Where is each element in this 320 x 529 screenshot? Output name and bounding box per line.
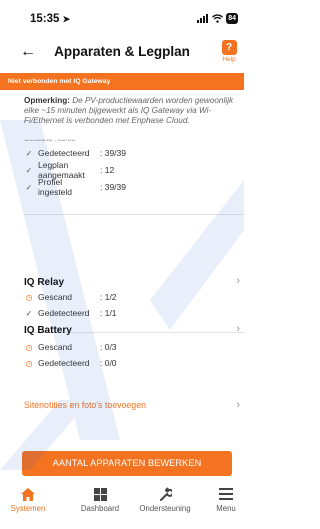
tab-menu[interactable]: Menu: [212, 486, 240, 513]
row-label: Gedetecteerd: [38, 308, 90, 318]
bottom-tab-bar: Systemen Dashboard Ondersteuning Menu: [0, 480, 244, 529]
help-icon: ?: [221, 40, 237, 55]
wifi-icon: [212, 14, 224, 23]
tab-label: Ondersteuning: [139, 504, 191, 513]
site-notes-link[interactable]: Sitenotities en foto's toevoegen: [24, 400, 146, 410]
row-value: : 1/2: [100, 292, 117, 302]
row-value: : 39/39: [100, 148, 126, 158]
home-icon: [6, 486, 50, 502]
check-icon: ✓: [25, 148, 33, 158]
relay-detected-row: ✓ Gedetecteerd : 1/1: [24, 307, 117, 319]
iq-relay-title[interactable]: IQ Relay: [24, 277, 64, 288]
battery-detected-row: ◷ Gedetecteerd : 0/0: [24, 357, 117, 369]
wrench-icon: [133, 486, 197, 502]
row-label: Gedetecteerd: [38, 148, 90, 158]
check-icon: ✓: [25, 308, 33, 318]
page-title: Apparaten & Legplan: [54, 44, 190, 59]
row-value: : 0/3: [100, 342, 117, 352]
help-button[interactable]: ? Help: [217, 40, 241, 63]
row-label: Profiel ingesteld: [38, 177, 73, 197]
warning-icon: ◷: [25, 342, 33, 352]
note-text: Opmerking: De PV-productiewaarden worden…: [24, 96, 239, 126]
row-value: : 0/0: [100, 358, 117, 368]
row-label: Gescand: [38, 292, 73, 302]
location-arrow-icon: ➤: [62, 14, 71, 24]
iq-battery-title[interactable]: IQ Battery: [24, 325, 72, 336]
detected-row: ✓ Gedetecteerd : 39/39: [24, 147, 126, 159]
tab-dashboard[interactable]: Dashboard: [76, 486, 124, 513]
battery-icon: 84: [226, 13, 238, 24]
warning-icon: ◷: [25, 292, 33, 302]
device-summary[interactable]: Opmerking: De PV-productiewaarden worden…: [0, 92, 244, 430]
row-value: : 12: [100, 165, 115, 175]
status-time: 15:35 ➤: [30, 13, 70, 25]
row-label: Gedetecteerd: [38, 358, 90, 368]
check-icon: ✓: [25, 182, 33, 192]
status-indicators: 84: [197, 13, 238, 24]
note-label: Opmerking:: [24, 96, 70, 105]
menu-icon: [212, 486, 240, 502]
row-value: : 1/1: [100, 308, 117, 318]
tab-label: Dashboard: [80, 504, 120, 513]
check-icon: ✓: [25, 165, 33, 175]
layout-created-row: ✓ Legplan aangemaakt : 12: [24, 160, 115, 180]
chevron-right-icon[interactable]: ›: [236, 275, 240, 287]
grid-icon: [76, 486, 124, 502]
tab-label: Systemen: [10, 504, 46, 513]
status-bar: 15:35 ➤ 84: [0, 0, 244, 40]
profile-set-row: ✓ Profiel ingesteld : 39/39: [24, 177, 126, 197]
row-label: Gescand: [38, 342, 73, 352]
tab-systems[interactable]: Systemen: [6, 486, 50, 513]
warning-icon: ◷: [25, 358, 33, 368]
clipped-row: Gescand : 39/39: [24, 136, 76, 144]
header: ← Apparaten & Legplan ? Help: [0, 40, 244, 68]
divider: [24, 214, 244, 215]
row-value: : 39/39: [100, 182, 126, 192]
signal-icon: [197, 14, 209, 23]
tab-support[interactable]: Ondersteuning: [133, 486, 197, 513]
battery-scanned-row: ◷ Gescand : 0/3: [24, 341, 117, 353]
status-time-text: 15:35: [30, 13, 60, 25]
relay-scanned-row: ◷ Gescand : 1/2: [24, 291, 117, 303]
help-label: Help: [222, 56, 236, 63]
chevron-right-icon[interactable]: ›: [236, 323, 240, 335]
tab-label: Menu: [216, 504, 236, 513]
chevron-right-icon[interactable]: ›: [236, 399, 240, 411]
connection-warning-banner: Niet verbonden met IQ Gateway: [0, 73, 244, 90]
edit-device-count-button[interactable]: AANTAL APPARATEN BEWERKEN: [22, 451, 232, 476]
